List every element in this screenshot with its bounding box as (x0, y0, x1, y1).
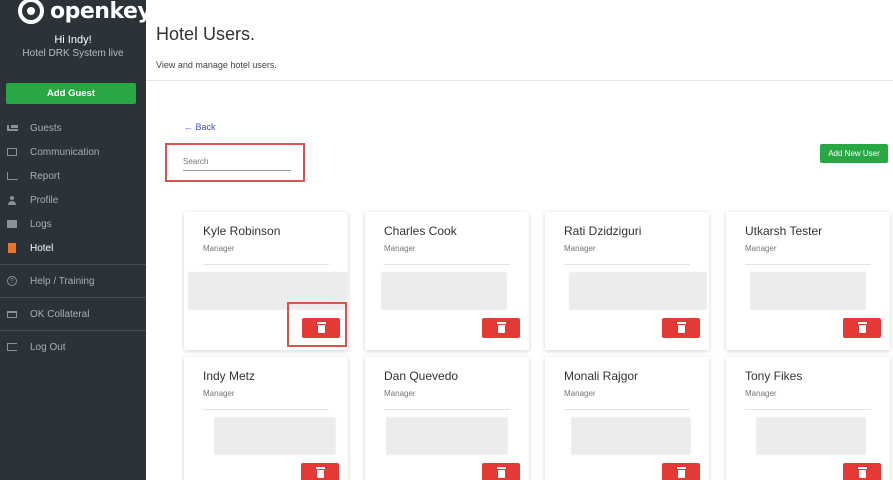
sidebar-item-communication[interactable]: Communication (0, 140, 146, 164)
page-title: Hotel Users. (156, 24, 256, 44)
sidebar-item-ok-collateral[interactable]: OK Collateral (0, 302, 146, 326)
user-name: Charles Cook (384, 224, 457, 238)
sidebar-item-label: Report (30, 170, 61, 182)
user-card: Utkarsh Tester Manager (726, 212, 890, 350)
card-divider (564, 409, 690, 410)
search-input[interactable] (183, 153, 291, 171)
user-greeting: Hi Indy! (54, 34, 92, 46)
card-divider (203, 409, 329, 410)
user-role: Manager (384, 244, 416, 253)
card-divider (384, 409, 510, 410)
logo-text: openkey (50, 0, 152, 24)
redacted-details (214, 417, 336, 455)
help-icon: ? (6, 276, 18, 286)
user-role: Manager (564, 244, 596, 253)
user-role: Manager (384, 389, 416, 398)
trash-icon (496, 322, 506, 333)
sidebar-item-label: Profile (30, 194, 59, 206)
redacted-details (571, 417, 691, 455)
card-divider (203, 264, 329, 265)
delete-user-button[interactable] (843, 318, 881, 338)
delete-user-button[interactable] (843, 463, 881, 480)
sidebar-item-label: Guests (30, 122, 62, 134)
sidebar-divider (0, 264, 146, 265)
user-name: Kyle Robinson (203, 224, 281, 238)
main-content: Hotel Users. View and manage hotel users… (146, 0, 893, 480)
redacted-details (386, 417, 508, 455)
sidebar-item-logs[interactable]: Logs (0, 212, 146, 236)
header-divider (146, 80, 893, 81)
redacted-details (750, 272, 866, 310)
user-role: Manager (745, 244, 777, 253)
delete-user-button[interactable] (301, 463, 339, 480)
add-guest-button[interactable]: Add Guest (6, 83, 136, 104)
sidebar-item-report[interactable]: Report (0, 164, 146, 188)
card-divider (745, 409, 871, 410)
sidebar-divider (0, 330, 146, 331)
sidebar-divider (0, 297, 146, 298)
card-divider (564, 264, 690, 265)
user-card: Dan Quevedo Manager (365, 357, 529, 480)
user-role: Manager (203, 244, 235, 253)
openkey-logo-icon (18, 0, 44, 24)
back-link[interactable]: ← Back (184, 122, 216, 132)
logout-icon (6, 342, 18, 352)
sidebar: openkey Hi Indy! Hotel DRK System live A… (0, 0, 152, 480)
bed-icon (6, 123, 18, 133)
trash-icon (676, 322, 686, 333)
user-card: Monali Rajgor Manager (545, 357, 709, 480)
user-name: Dan Quevedo (384, 369, 459, 383)
delete-user-button[interactable] (662, 318, 700, 338)
sidebar-nav: Guests Communication Report Profile Logs… (0, 116, 146, 359)
card-divider (384, 264, 510, 265)
sidebar-item-help[interactable]: ? Help / Training (0, 269, 146, 293)
user-role: Manager (745, 389, 777, 398)
sidebar-item-profile[interactable]: Profile (0, 188, 146, 212)
sidebar-item-label: Communication (30, 146, 100, 158)
sidebar-item-label: Log Out (30, 341, 66, 353)
sidebar-item-hotel[interactable]: Hotel (0, 236, 146, 260)
user-name: Rati Dzidziguri (564, 224, 642, 238)
delete-user-button[interactable] (662, 463, 700, 480)
hotel-icon (6, 243, 18, 253)
trash-icon (496, 467, 506, 478)
user-card: Tony Fikes Manager (726, 357, 890, 480)
card-divider (745, 264, 871, 265)
trash-icon (676, 467, 686, 478)
chart-icon (6, 171, 18, 181)
user-card: Indy Metz Manager (184, 357, 348, 480)
envelope-icon (6, 147, 18, 157)
user-name: Monali Rajgor (564, 369, 639, 383)
sidebar-item-label: Logs (30, 218, 52, 230)
user-card: Rati Dzidziguri Manager (545, 212, 709, 350)
redacted-details (381, 272, 507, 310)
delete-user-button[interactable] (482, 463, 520, 480)
user-name: Indy Metz (203, 369, 256, 383)
user-icon (6, 195, 18, 205)
sidebar-item-label: OK Collateral (30, 308, 90, 320)
sidebar-item-logout[interactable]: Log Out (0, 335, 146, 359)
sidebar-item-label: Hotel (30, 242, 54, 254)
cart-icon (6, 309, 18, 319)
trash-icon (857, 322, 867, 333)
delete-user-button[interactable] (482, 318, 520, 338)
delete-highlight (287, 302, 347, 347)
hotel-name: Hotel DRK System live (22, 48, 124, 59)
trash-icon (857, 467, 867, 478)
user-card: Charles Cook Manager (365, 212, 529, 350)
search-highlight (165, 143, 305, 182)
trash-icon (315, 467, 325, 478)
page-subtitle: View and manage hotel users. (156, 60, 277, 70)
sidebar-item-label: Help / Training (30, 275, 95, 287)
redacted-details (569, 272, 707, 310)
openkey-logo[interactable]: openkey (18, 0, 152, 24)
user-name: Tony Fikes (745, 369, 803, 383)
add-new-user-button[interactable]: Add New User (820, 144, 888, 163)
redacted-details (756, 417, 866, 455)
logs-icon (6, 219, 18, 229)
user-name: Utkarsh Tester (745, 224, 823, 238)
user-role: Manager (564, 389, 596, 398)
user-role: Manager (203, 389, 235, 398)
sidebar-item-guests[interactable]: Guests (0, 116, 146, 140)
